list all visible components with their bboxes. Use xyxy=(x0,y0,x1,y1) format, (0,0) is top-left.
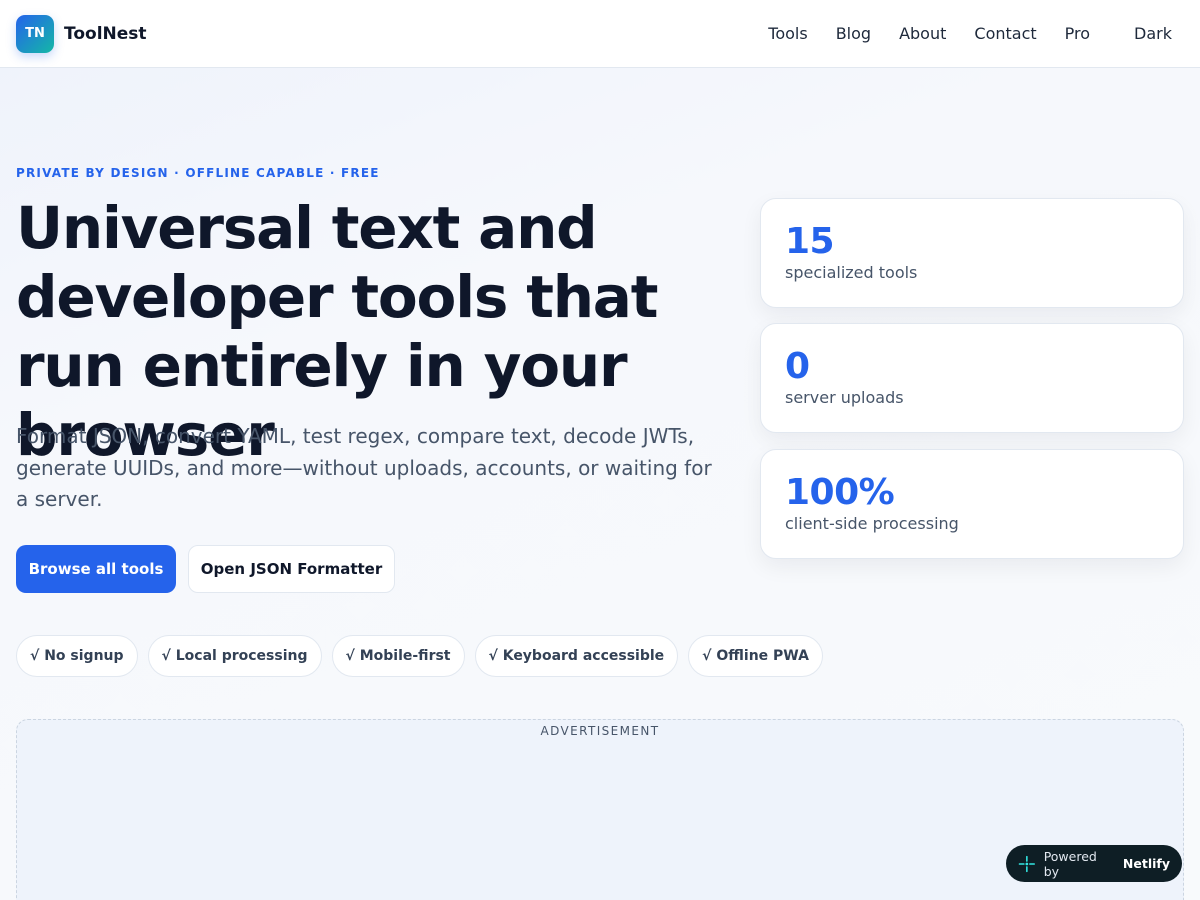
nav-blog[interactable]: Blog xyxy=(836,24,871,43)
stat-card-client-side: 100% client-side processing xyxy=(760,449,1184,559)
feature-chip-keyboard-accessible: √ Keyboard accessible xyxy=(474,635,679,677)
stat-value: 100% xyxy=(785,472,895,513)
netlify-badge[interactable]: Powered by Netlify xyxy=(1006,845,1182,882)
brand-name: ToolNest xyxy=(64,23,147,44)
brand-link[interactable]: TN ToolNest xyxy=(16,14,147,53)
nav-about[interactable]: About xyxy=(899,24,946,43)
stat-label: server uploads xyxy=(785,388,904,407)
stat-card-tools: 15 specialized tools xyxy=(760,198,1184,308)
nav-contact[interactable]: Contact xyxy=(974,24,1036,43)
netlify-badge-prefix: Powered by xyxy=(1043,848,1097,879)
stat-label: specialized tools xyxy=(785,263,918,282)
feature-chip-no-signup: √ No signup xyxy=(16,635,138,677)
feature-chip-mobile-first: √ Mobile-first xyxy=(331,635,465,677)
main-nav: Tools Blog About Contact Pro Dark xyxy=(768,24,1184,43)
browse-tools-button[interactable]: Browse all tools xyxy=(16,545,176,593)
feature-chip-local-processing: √ Local processing xyxy=(147,635,322,677)
feature-chip-offline-pwa: √ Offline PWA xyxy=(688,635,823,677)
stat-value: 0 xyxy=(785,346,810,387)
hero-subtitle: Format JSON, convert YAML, test regex, c… xyxy=(16,424,712,511)
theme-toggle-button[interactable]: Dark xyxy=(1134,24,1172,43)
stat-label: client-side processing xyxy=(785,514,959,533)
nav-pro[interactable]: Pro xyxy=(1065,24,1090,43)
stat-value: 15 xyxy=(785,221,835,262)
netlify-badge-brand: Netlify xyxy=(1122,856,1170,871)
site-header: TN ToolNest Tools Blog About Contact Pro… xyxy=(0,0,1200,68)
advertisement-label: ADVERTISEMENT xyxy=(540,724,660,738)
netlify-icon xyxy=(1018,855,1035,872)
nav-tools[interactable]: Tools xyxy=(768,24,807,43)
logo-icon: TN xyxy=(16,14,54,53)
open-json-formatter-button[interactable]: Open JSON Formatter xyxy=(188,545,395,593)
feature-chips: √ No signup √ Local processing √ Mobile-… xyxy=(16,635,823,677)
stat-card-uploads: 0 server uploads xyxy=(760,323,1184,433)
hero-eyebrow: PRIVATE BY DESIGN · OFFLINE CAPABLE · FR… xyxy=(16,166,380,180)
